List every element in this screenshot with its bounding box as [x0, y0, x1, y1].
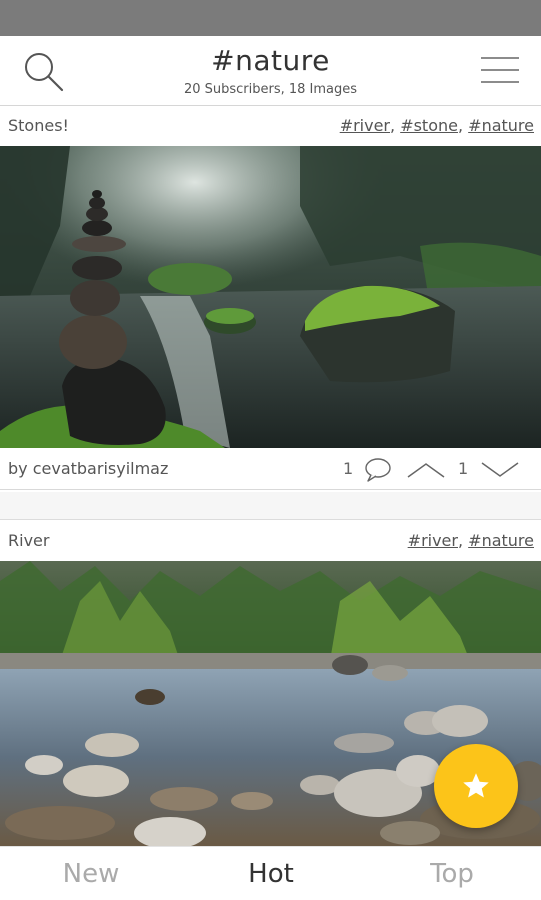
post-title: River: [8, 531, 50, 550]
hamburger-menu-icon: [481, 57, 519, 83]
tab-hot[interactable]: Hot: [211, 859, 331, 889]
stone-stack-photo: [0, 146, 541, 448]
tag-link[interactable]: #nature: [468, 531, 534, 550]
comment-icon[interactable]: [364, 457, 392, 483]
tag-link[interactable]: #river: [408, 531, 458, 550]
favorite-fab-button[interactable]: [434, 744, 518, 828]
status-bar: [0, 0, 541, 36]
tab-new[interactable]: New: [31, 859, 151, 889]
post-image[interactable]: [0, 146, 541, 448]
page-title: #nature: [211, 44, 330, 77]
post-title: Stones!: [8, 116, 69, 135]
vote-count: 1: [458, 459, 469, 478]
downvote-chevron-icon[interactable]: [480, 460, 520, 480]
post-tags: #river, #stone, #nature: [339, 116, 534, 135]
tag-link[interactable]: #river: [340, 116, 390, 135]
post-header: Stones! #river, #stone, #nature: [0, 106, 541, 146]
app-header: #nature 20 Subscribers, 18 Images: [0, 36, 541, 106]
author-link[interactable]: by cevatbarisyilmaz: [8, 459, 168, 478]
post-tags: #river, #nature: [407, 531, 534, 550]
tag-link[interactable]: #stone: [400, 116, 458, 135]
upvote-chevron-icon[interactable]: [406, 460, 446, 480]
tab-top[interactable]: Top: [392, 859, 512, 889]
post-footer: by cevatbarisyilmaz 1 1: [0, 448, 541, 490]
tag-link[interactable]: #nature: [468, 116, 534, 135]
comment-count: 1: [343, 459, 354, 478]
star-icon: [463, 773, 489, 798]
post-separator: [0, 492, 541, 520]
page-subtitle: 20 Subscribers, 18 Images: [183, 82, 358, 97]
post-header: River #river, #nature: [0, 521, 541, 561]
menu-button[interactable]: [479, 52, 521, 88]
bottom-nav: New Hot Top: [0, 846, 541, 900]
